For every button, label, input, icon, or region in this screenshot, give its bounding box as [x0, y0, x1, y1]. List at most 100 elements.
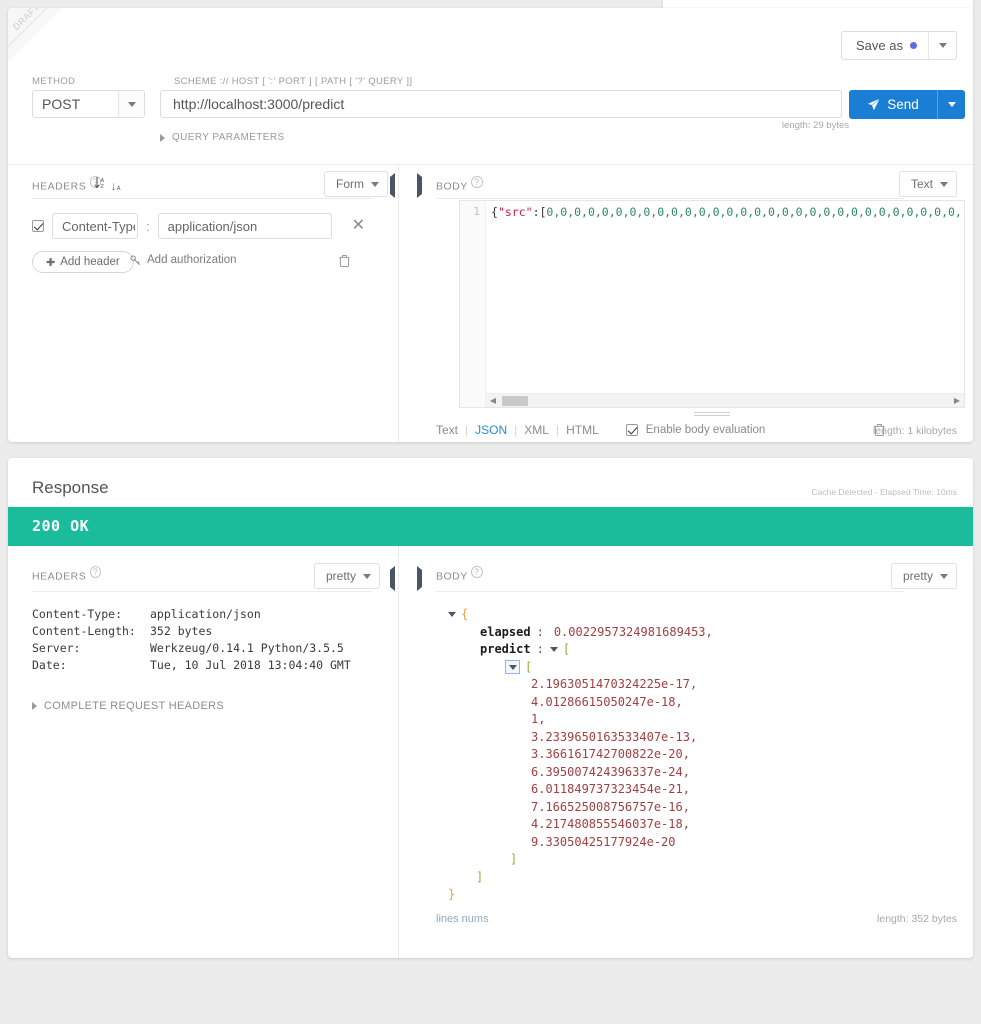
collapse-left-button[interactable] — [390, 173, 395, 198]
response-header-key: Content-Length: — [32, 624, 136, 638]
complete-request-headers-label: COMPLETE REQUEST HEADERS — [44, 700, 224, 712]
method-select-caret[interactable] — [118, 91, 144, 117]
json-array-item-value: 3.366161742700822e-20, — [531, 747, 690, 761]
section-divider — [8, 164, 973, 165]
send-dropdown-button[interactable] — [937, 90, 965, 119]
format-json-link[interactable]: JSON — [475, 423, 507, 437]
request-headers-view-value: Form — [336, 177, 364, 191]
json-close-bracket-outer: ] — [476, 869, 484, 884]
response-header-row: Server: Werkzeug/0.14.1 Python/3.5.5 — [32, 640, 351, 657]
header-row: : ✕ — [32, 213, 365, 239]
response-pane-divider — [398, 546, 399, 958]
help-icon[interactable]: ? — [471, 566, 483, 578]
header-name-input[interactable] — [52, 213, 138, 239]
paper-plane-icon — [868, 98, 880, 111]
json-array-item: 4.01286615050247e-18, — [448, 694, 713, 712]
collapse-right-button[interactable] — [417, 173, 422, 198]
chevron-right-icon — [32, 702, 37, 710]
triangle-right-icon — [417, 566, 422, 591]
response-headers-view-select[interactable]: pretty — [314, 563, 381, 589]
format-html-link[interactable]: HTML — [566, 423, 599, 437]
json-viewer: { elapsed:0.0022957324981689453, predict… — [448, 606, 713, 904]
save-as-label: Save as — [856, 38, 903, 53]
collapse-triangle-icon[interactable] — [448, 612, 456, 618]
response-collapse-right-button[interactable] — [417, 566, 422, 591]
complete-request-headers-toggle[interactable]: COMPLETE REQUEST HEADERS — [32, 700, 224, 712]
url-input[interactable] — [160, 90, 842, 118]
format-text-link[interactable]: Text — [436, 423, 458, 437]
json-array-item: 6.395007424396337e-24, — [448, 764, 713, 782]
json-array-item: 3.2339650163533407e-13, — [448, 729, 713, 747]
chevron-down-icon — [940, 181, 948, 187]
enable-body-evaluation-label: Enable body evaluation — [645, 424, 766, 436]
request-headers-view-select[interactable]: Form — [324, 171, 388, 197]
editor-code-line: {"src":[0,0,0,0,0,0,0,0,0,0,0,0,0,0,0,0,… — [491, 205, 962, 219]
send-button-main[interactable]: Send — [849, 90, 937, 119]
save-as-button[interactable]: Save as — [842, 32, 928, 59]
response-header-row: Content-Length: 352 bytes — [32, 623, 351, 640]
scrollbar-thumb[interactable] — [502, 395, 528, 406]
editor-line-number: 1 — [473, 205, 480, 218]
code-key: "src" — [497, 205, 533, 219]
svg-text:Z: Z — [101, 184, 105, 190]
collapse-triangle-icon[interactable] — [549, 647, 558, 653]
json-elapsed-row: elapsed:0.0022957324981689453, — [448, 624, 713, 642]
url-format-label: SCHEME :// HOST [ ':' PORT ] [ PATH [ '?… — [174, 76, 413, 87]
pane-divider — [398, 164, 399, 442]
url-length-note: length: 29 bytes — [781, 120, 849, 131]
delete-all-headers-icon[interactable] — [339, 254, 350, 270]
remove-header-icon[interactable]: ✕ — [352, 218, 365, 234]
format-xml-link[interactable]: XML — [524, 423, 549, 437]
method-select[interactable]: POST — [32, 90, 145, 118]
header-value-input[interactable] — [157, 213, 332, 239]
response-panel: Response Cache Detected - Elapsed Time: … — [8, 458, 973, 958]
send-button-label: Send — [887, 97, 919, 112]
sort-icon[interactable]: ↓ᴀ — [111, 179, 121, 193]
trash-icon — [339, 255, 350, 267]
editor-resize-grip[interactable] — [694, 410, 730, 416]
save-as-control[interactable]: Save as — [841, 31, 957, 60]
request-body-view-value: Text — [910, 177, 933, 191]
add-header-button[interactable]: ✚ Add header — [32, 251, 134, 273]
response-body-title-text: BODY — [436, 570, 468, 583]
json-array-item: 7.166525008756757e-16, — [448, 799, 713, 817]
scroll-right-arrow-icon[interactable]: ▶ — [950, 396, 964, 405]
scroll-left-arrow-icon[interactable]: ◀ — [486, 396, 500, 405]
response-body-underline — [436, 591, 904, 592]
header-enabled-checkbox[interactable] — [32, 220, 44, 232]
request-body-editor[interactable]: 1 {"src":[0,0,0,0,0,0,0,0,0,0,0,0,0,0,0,… — [459, 200, 965, 408]
help-icon[interactable]: ? — [89, 566, 102, 578]
chevron-down-icon — [127, 101, 136, 107]
query-parameters-toggle[interactable]: QUERY PARAMETERS — [160, 132, 285, 143]
response-body-title: BODY ? — [436, 566, 483, 583]
send-button[interactable]: Send — [849, 90, 965, 119]
response-header-value: Tue, 10 Jul 2018 13:04:40 GMT — [150, 658, 351, 672]
lines-nums-link[interactable]: lines nums — [436, 913, 489, 925]
help-icon[interactable]: ? — [471, 176, 483, 188]
request-body-length: length: 1 kilobytes — [872, 425, 957, 437]
save-as-dropdown-button[interactable] — [928, 32, 956, 59]
json-array-item-value: 3.2339650163533407e-13, — [531, 729, 698, 744]
json-root-row: { — [448, 606, 713, 624]
response-headers-title: HEADERS ? — [32, 566, 102, 583]
sort-az-icon[interactable]: A Z — [94, 176, 108, 190]
response-header-row: Content-Type: application/json — [32, 606, 351, 623]
editor-horizontal-scrollbar[interactable]: ◀ ▶ — [486, 393, 964, 407]
response-body-view-select[interactable]: pretty — [890, 563, 957, 589]
add-header-label: Add header — [60, 256, 120, 268]
response-collapse-left-button[interactable] — [390, 566, 395, 591]
add-authorization-button[interactable]: Add authorization — [130, 254, 237, 266]
json-key-predict: predict — [480, 642, 531, 656]
request-body-title: BODY ? — [436, 176, 483, 193]
json-close-bracket-inner: ] — [510, 852, 518, 866]
response-body-view-value: pretty — [902, 569, 933, 583]
triangle-right-icon — [417, 173, 422, 198]
collapse-triangle-box-icon[interactable] — [505, 660, 520, 675]
json-close-brace-row: } — [448, 886, 713, 904]
json-array-item-value: 6.011849737323454e-21, — [531, 782, 690, 796]
json-close-inner-row: ] — [448, 851, 713, 869]
code-numbers: 0,0,0,0,0,0,0,0,0,0,0,0,0,0,0,0,0,0,0,0,… — [546, 205, 962, 219]
request-body-view-select[interactable]: Text — [898, 171, 957, 197]
json-array-item: 3.366161742700822e-20, — [448, 746, 713, 764]
enable-body-evaluation-checkbox[interactable] — [625, 424, 638, 436]
